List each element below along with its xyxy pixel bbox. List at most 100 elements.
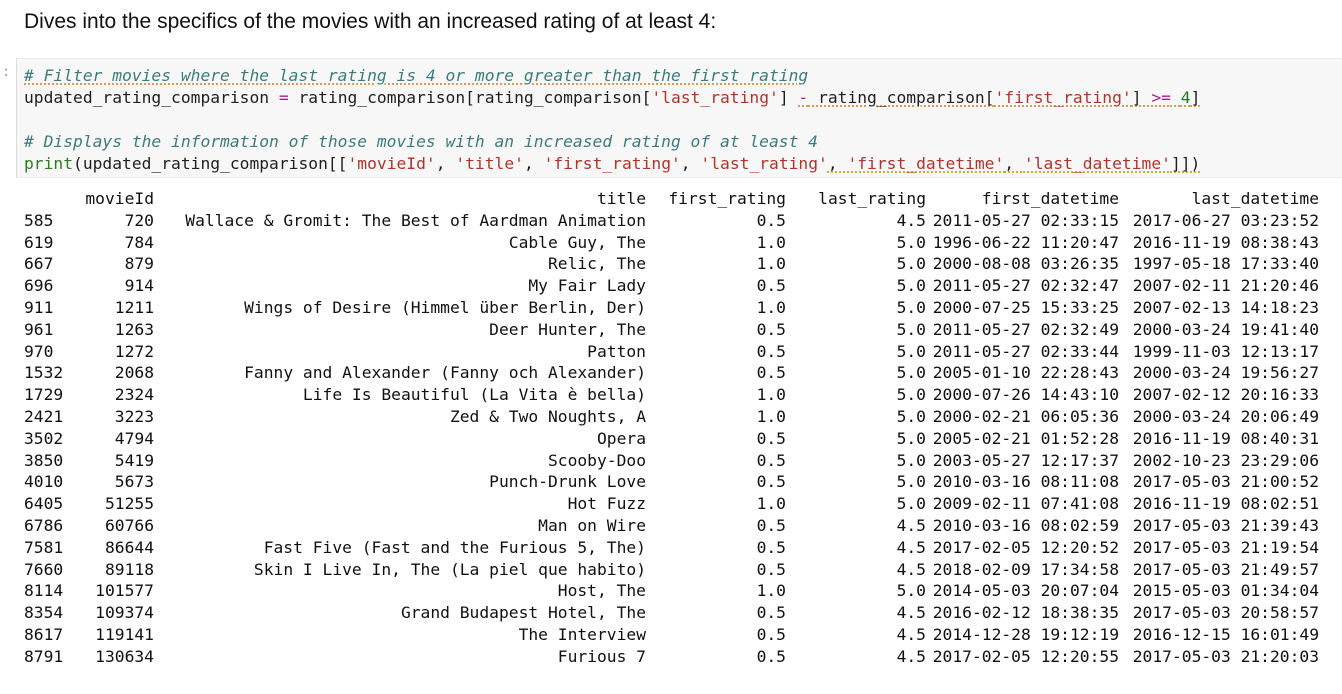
cell-title: Life Is Beautiful (La Vita è bella)	[302, 385, 646, 405]
code-line-comment-filter: # Filter movies where the last rating is…	[24, 66, 808, 86]
cell-movieid: 2324	[114, 385, 154, 405]
cell-movieid: 4794	[114, 428, 154, 448]
cell-last-rating: 4.5	[896, 624, 926, 644]
cell-first-rating: 1.0	[756, 494, 786, 514]
cell-last-rating: 5.0	[896, 450, 926, 470]
code-string: 'first_rating'	[543, 154, 681, 173]
code-expression: rating_comparison[	[808, 88, 995, 107]
cell-first-datetime: 2010-03-16 08:11:08	[932, 472, 1119, 492]
table-row: 1532 2068 Fanny and Alexander (Fanny och A…	[24, 362, 1319, 384]
cell-last-datetime: 2015-05-03 01:34:04	[1132, 581, 1319, 601]
table-row: 4010 5673 Punch-Drunk Love 0.5 5.0 2010-03-16…	[24, 471, 1319, 493]
cell-movieid: 5673	[114, 472, 154, 492]
cell-last-rating: 4.5	[896, 515, 926, 535]
code-bracket: ]])	[1170, 154, 1201, 173]
code-operator-assign: =	[269, 88, 299, 107]
cell-last-datetime: 2017-05-03 21:39:43	[1132, 515, 1319, 535]
cell-first-datetime: 2005-01-10 22:28:43	[932, 363, 1119, 383]
cell-first-datetime: 2014-12-28 19:12:19	[932, 624, 1119, 644]
table-row: 3850 5419 Scooby-Doo 0.5 5.0 2003-05-27 12:17…	[24, 450, 1319, 472]
cell-last-datetime: 2017-05-03 21:19:54	[1132, 537, 1319, 557]
cell-first-rating: 1.0	[756, 406, 786, 426]
cell-first-datetime: 2014-05-03 20:07:04	[932, 581, 1119, 601]
code-operator-ge: >=	[1151, 88, 1171, 107]
cell-movieid: 879	[124, 254, 154, 274]
cell-last-rating: 4.5	[896, 603, 926, 623]
cell-first-datetime: 2005-02-21 01:52:28	[932, 428, 1119, 448]
cell-title: Host, The	[557, 581, 646, 601]
cell-first-rating: 0.5	[756, 276, 786, 296]
cell-last-datetime: 2000-03-24 19:41:40	[1132, 319, 1319, 339]
code-number: 4	[1180, 88, 1191, 107]
cell-first-rating: 0.5	[756, 515, 786, 535]
table-row: 3502 4794 Opera 0.5 5.0 2005-02-21 01:52:28 20…	[24, 428, 1319, 450]
cell-title: Hot Fuzz	[567, 494, 646, 514]
code-comma: ,	[1004, 154, 1024, 173]
cell-first-rating: 0.5	[756, 428, 786, 448]
cell-last-rating: 5.0	[896, 363, 926, 383]
cell-first-rating: 0.5	[756, 559, 786, 579]
code-string: 'last_rating'	[651, 88, 779, 107]
cell-movieid: 5419	[114, 450, 154, 470]
cell-title: Patton	[587, 341, 646, 361]
cell-last-datetime: 2016-11-19 08:40:31	[1132, 428, 1319, 448]
code-comma: ,	[523, 154, 544, 173]
cell-last-datetime: 2000-03-24 20:06:49	[1132, 406, 1319, 426]
table-row: 7660 89118 Skin I Live In, The (La piel qu…	[24, 559, 1319, 581]
cell-last-rating: 5.0	[896, 472, 926, 492]
cell-first-rating: 1.0	[756, 254, 786, 274]
cell-last-rating: 5.0	[896, 232, 926, 252]
cell-first-datetime: 2016-02-12 18:38:35	[932, 603, 1119, 623]
code-string: 'first_datetime'	[847, 154, 1005, 173]
cell-first-datetime: 2000-08-08 03:26:35	[932, 254, 1119, 274]
cell-movieid: 1272	[114, 341, 154, 361]
code-comma: ,	[435, 154, 456, 173]
cell-prompt-marker: :	[2, 64, 11, 80]
code-string: 'first_rating'	[994, 88, 1132, 107]
code-cell[interactable]: # Filter movies where the last rating is…	[16, 58, 1342, 178]
cell-first-rating: 0.5	[756, 603, 786, 623]
cell-last-rating: 4.5	[896, 210, 926, 230]
table-row: 8114 101577 Host, The 1.0 5.0 2014-05-03 20:0…	[24, 580, 1319, 602]
cell-last-datetime: 2017-05-03 21:00:52	[1132, 472, 1319, 492]
cell-first-datetime: 2011-05-27 02:33:44	[932, 341, 1119, 361]
cell-title: Fast Five (Fast and the Furious 5, The)	[263, 537, 646, 557]
cell-first-rating: 1.0	[756, 232, 786, 252]
code-line-filter: updated_rating_comparison = rating_compa…	[24, 88, 1200, 108]
cell-last-rating: 5.0	[896, 254, 926, 274]
cell-title: Skin I Live In, The (La piel que habito)	[253, 559, 646, 579]
cell-last-rating: 5.0	[896, 494, 926, 514]
cell-movieid: 2068	[114, 363, 154, 383]
cell-last-datetime: 2007-02-11 21:20:46	[1132, 276, 1319, 296]
code-comma: ,	[827, 154, 848, 173]
column-header-movieid: movieId	[85, 189, 154, 208]
code-function: print	[24, 154, 74, 173]
cell-title: Deer Hunter, The	[489, 319, 646, 339]
cell-first-rating: 0.5	[756, 210, 786, 230]
column-header-title: title	[596, 189, 646, 208]
cell-last-rating: 4.5	[896, 646, 926, 666]
code-comment: # Displays the information of those movi…	[24, 132, 818, 151]
cell-first-rating: 0.5	[756, 537, 786, 557]
code-expression: rating_comparison[rating_comparison[	[298, 88, 652, 107]
cell-title: My Fair Lady	[528, 276, 646, 296]
cell-first-datetime: 2017-02-05 12:20:55	[932, 646, 1119, 666]
code-bracket: ]	[778, 88, 799, 107]
cell-title: Opera	[596, 428, 646, 448]
cell-movieid: 119141	[95, 624, 154, 644]
cell-last-rating: 5.0	[896, 297, 926, 317]
cell-last-datetime: 1997-05-18 17:33:40	[1132, 254, 1319, 274]
cell-last-rating: 5.0	[896, 276, 926, 296]
column-header-first-datetime: first_datetime	[981, 189, 1119, 208]
code-line-comment-display: # Displays the information of those movi…	[24, 132, 818, 152]
cell-movieid: 3223	[114, 406, 154, 426]
cell-first-datetime: 2000-02-21 06:05:36	[932, 406, 1119, 426]
table-row: 970 1272 Patton 0.5 5.0 2011-05-27 02:33:44 19…	[24, 341, 1319, 363]
table-row: 619 784 Cable Guy, The 1.0 5.0 1996-06-22 11:…	[24, 232, 1319, 254]
cell-output: movieId title first_rating last_rating f…	[24, 188, 1319, 668]
cell-title: Furious 7	[557, 646, 646, 666]
cell-first-rating: 0.5	[756, 624, 786, 644]
table-row: 667 879 Relic, The 1.0 5.0 2000-08-08 03:26:3…	[24, 253, 1319, 275]
cell-movieid: 109374	[95, 603, 154, 623]
cell-first-rating: 0.5	[756, 363, 786, 383]
